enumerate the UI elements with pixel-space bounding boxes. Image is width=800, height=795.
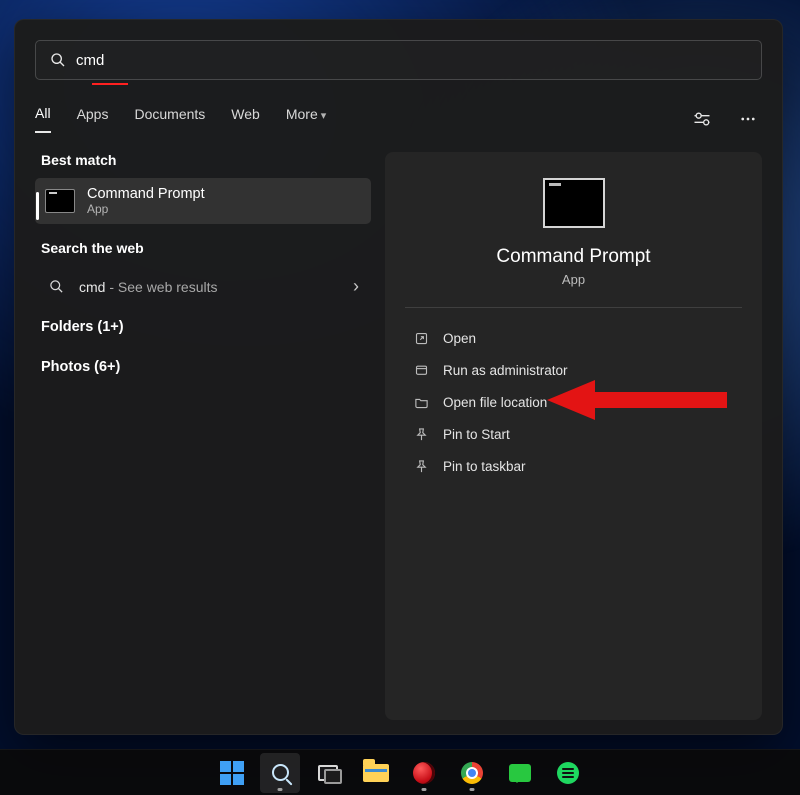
result-title: Command Prompt [87,186,205,202]
action-label: Pin to taskbar [443,459,526,474]
taskbar-task-view[interactable] [308,753,348,793]
chrome-icon [461,762,483,784]
taskbar-file-explorer[interactable] [356,753,396,793]
taskbar-chat[interactable] [500,753,540,793]
action-run-as-administrator[interactable]: Run as administrator [405,354,742,386]
search-icon [50,52,66,68]
search-box[interactable] [35,40,762,80]
taskbar-start[interactable] [212,753,252,793]
tab-more[interactable]: More▾ [286,106,326,132]
selection-indicator [36,192,39,220]
category-folders[interactable]: Folders (1+) [35,307,371,347]
web-result-label: cmd - See web results [79,279,218,295]
filter-tabs: All Apps Documents Web More▾ [35,100,762,138]
chevron-down-icon: ▾ [321,110,327,122]
chevron-right-icon: › [353,276,359,297]
taskbar-opera[interactable] [404,753,444,793]
search-settings-icon[interactable] [688,105,716,133]
taskbar-spotify[interactable] [548,753,588,793]
category-photos[interactable]: Photos (6+) [35,347,371,387]
folder-icon [413,394,429,410]
windows-logo-icon [220,761,244,785]
details-subtitle: App [562,272,585,287]
results-column: Best match Command Prompt App Search the… [35,152,371,720]
action-label: Pin to Start [443,427,510,442]
opera-icon [413,762,435,784]
action-open[interactable]: Open [405,322,742,354]
file-explorer-icon [363,764,389,782]
best-match-header: Best match [41,152,365,168]
annotation-underline [92,83,128,85]
search-web-header: Search the web [41,240,365,256]
search-input[interactable] [76,52,747,69]
action-open-file-location[interactable]: Open file location [405,386,742,418]
details-title: Command Prompt [496,246,650,268]
result-subtitle: App [87,202,205,216]
spotify-icon [557,762,579,784]
tab-more-label: More [286,106,318,122]
tab-all[interactable]: All [35,105,51,133]
details-pane: Command Prompt App Open Run as administr… [385,152,762,720]
search-icon [272,764,289,781]
action-label: Run as administrator [443,363,568,378]
taskbar-chrome[interactable] [452,753,492,793]
tab-web[interactable]: Web [231,106,260,132]
task-view-icon [318,765,338,781]
chat-icon [509,764,531,782]
action-pin-to-taskbar[interactable]: Pin to taskbar [405,450,742,482]
action-pin-to-start[interactable]: Pin to Start [405,418,742,450]
more-options-icon[interactable] [734,105,762,133]
pin-icon [413,458,429,474]
tab-apps[interactable]: Apps [77,106,109,132]
command-prompt-icon [45,189,75,213]
open-icon [413,330,429,346]
tab-documents[interactable]: Documents [134,106,205,132]
pin-icon [413,426,429,442]
taskbar-search[interactable] [260,753,300,793]
search-icon [47,279,65,294]
shield-icon [413,362,429,378]
taskbar [0,749,800,795]
action-label: Open [443,331,476,346]
action-label: Open file location [443,395,547,410]
start-search-panel: All Apps Documents Web More▾ Best match [14,19,783,735]
result-command-prompt[interactable]: Command Prompt App [35,178,371,224]
command-prompt-icon [543,178,605,228]
web-result-cmd[interactable]: cmd - See web results › [35,266,371,307]
